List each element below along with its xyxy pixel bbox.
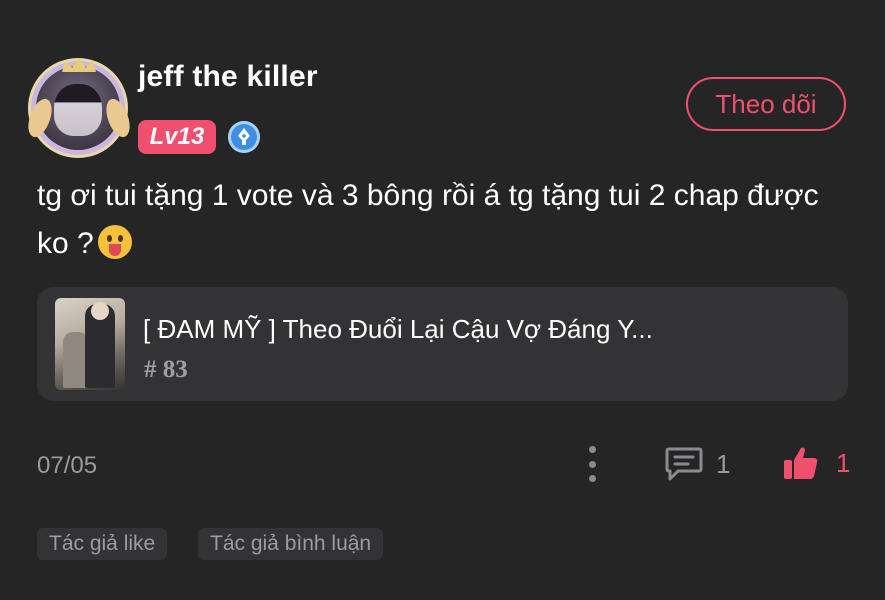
face-with-tongue-emoji	[97, 225, 132, 259]
crown-icon	[62, 58, 96, 72]
comment-bubble-icon	[665, 447, 703, 481]
avatar[interactable]	[23, 58, 135, 152]
follow-button[interactable]: Theo dõi	[686, 77, 846, 131]
vertical-dots-icon	[588, 446, 596, 453]
tag-author-like: Tác giả like	[37, 528, 168, 560]
reply-count: 1	[716, 448, 731, 479]
quill-pen-icon	[228, 121, 260, 153]
manga-title[interactable]: [ ĐAM MỸ ] Theo Đuổi Lại Cậu Vợ Đáng Y..…	[143, 314, 653, 345]
manga-chapter: # 83	[144, 356, 188, 383]
comment-text: tg ơi tui tặng 1 vote và 3 bông rồi á tg…	[37, 172, 837, 268]
comment-body: tg ơi tui tặng 1 vote và 3 bông rồi á tg…	[37, 179, 819, 260]
like-button[interactable]: 1	[782, 444, 850, 482]
comment-date: 07/05	[37, 452, 98, 479]
like-count: 1	[836, 447, 851, 478]
more-options-button[interactable]	[582, 446, 602, 482]
username[interactable]: jeff the killer	[138, 60, 318, 94]
avatar-image	[54, 84, 102, 136]
manga-cover-image	[55, 298, 125, 390]
reply-button[interactable]: 1	[664, 446, 730, 482]
tag-author-comment: Tác giả bình luận	[198, 528, 384, 560]
level-badge: Lv13	[138, 120, 216, 154]
thumbs-up-icon	[784, 447, 818, 479]
